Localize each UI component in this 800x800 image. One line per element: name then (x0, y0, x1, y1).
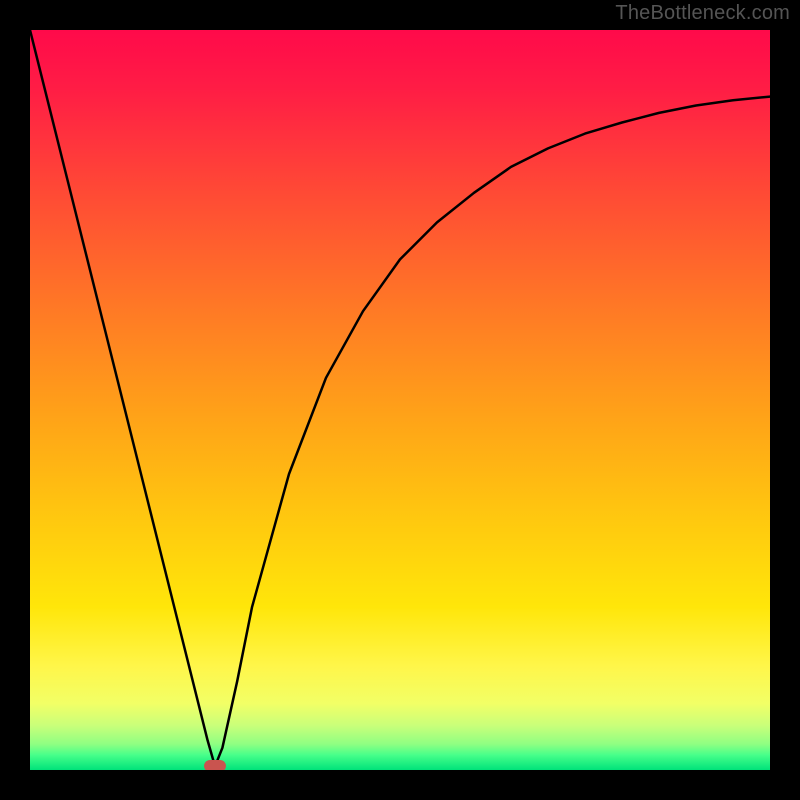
line-curve (30, 30, 770, 770)
plot-area (30, 30, 770, 770)
chart-frame: TheBottleneck.com (0, 0, 800, 800)
min-marker (204, 760, 226, 770)
watermark-text: TheBottleneck.com (615, 2, 790, 25)
